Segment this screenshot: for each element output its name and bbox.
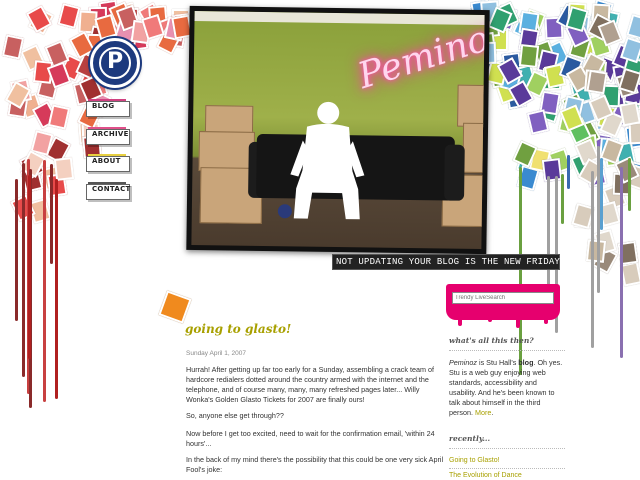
nav-label-blog: BLOG	[92, 102, 115, 110]
header-photo-scene: Peminoz	[191, 10, 485, 250]
about-name: Peminoz	[449, 358, 477, 367]
nav-item-archive[interactable]: ARCHIVE	[86, 126, 130, 146]
recent-link[interactable]: Going to Glasto!	[449, 457, 500, 464]
paint-swatch	[53, 157, 75, 181]
header-photo: Peminoz	[186, 5, 490, 255]
paint-drip	[15, 179, 19, 321]
paint-drip	[28, 175, 32, 360]
livesearch-input[interactable]	[452, 292, 554, 304]
paint-drip	[21, 162, 25, 378]
pink-drip	[458, 316, 462, 326]
nav-label-contact: CONTACT	[92, 185, 131, 193]
nav-label-archive: ARCHIVE	[92, 130, 129, 138]
nav-item-blog[interactable]: BLOG	[86, 98, 130, 118]
pink-drip	[488, 316, 492, 322]
divider	[449, 468, 565, 469]
paint-swatch	[26, 4, 53, 33]
ball	[277, 204, 292, 219]
paint-swatch	[518, 44, 540, 68]
paint-drip	[567, 155, 571, 190]
paint-swatch	[57, 2, 80, 29]
paint-drip	[596, 145, 600, 294]
paint-drip	[620, 167, 624, 358]
tagline-strip: NOT UPDATING YOUR BLOG IS THE NEW FRIDAY	[332, 254, 560, 270]
paint-swatch	[541, 157, 563, 182]
nav-item-about[interactable]: ABOUT	[86, 153, 130, 173]
nav-label-about: ABOUT	[92, 157, 121, 165]
cardboard-box	[457, 84, 485, 128]
pink-drip	[544, 316, 548, 324]
logo-letter: P	[106, 49, 124, 74]
about-bold: blog	[518, 358, 534, 367]
paint-drip	[561, 174, 565, 224]
paint-swatch	[47, 103, 70, 130]
about-heading: what's all this then?	[449, 336, 534, 345]
tagline: NOT UPDATING YOUR BLOG IS THE NEW FRIDAY	[336, 257, 561, 267]
post-paragraph: Hurrah! After getting up far too early f…	[186, 365, 434, 404]
paint-drip	[54, 179, 58, 400]
paint-drip	[599, 157, 603, 231]
paint-drip	[627, 157, 631, 212]
recent-link[interactable]: The Evolution of Dance	[449, 472, 522, 479]
pink-drip	[516, 316, 520, 328]
post-title-link[interactable]: going to glasto!	[185, 322, 291, 336]
divider	[449, 448, 565, 449]
paint-drip	[50, 163, 54, 264]
person-silhouette-icon	[290, 101, 365, 220]
recent-heading: recently...	[449, 434, 491, 443]
about-more-link[interactable]: More	[475, 408, 491, 417]
paint-swatch	[586, 69, 608, 95]
post-paragraph: Now before I get too excited, need to wa…	[186, 429, 435, 448]
paint-drip	[42, 160, 46, 402]
cardboard-box	[462, 122, 485, 174]
paint-swatch	[619, 101, 640, 127]
paint-swatch	[585, 239, 606, 263]
nav-item-contact[interactable]: CONTACT	[86, 181, 130, 201]
paint-drip	[591, 170, 595, 349]
divider	[449, 350, 565, 351]
cardboard-box	[198, 131, 255, 172]
paint-swatch	[2, 34, 25, 60]
about-text: Peminoz is Stu Hall's blog. Oh yes. Stu …	[449, 358, 563, 417]
post-paragraph: So, anyone else get through??	[186, 411, 284, 420]
post-paragraph: In the back of my mind there's the possi…	[186, 455, 444, 474]
post-date: Sunday April 1, 2007	[186, 350, 246, 357]
ceiling	[194, 10, 485, 26]
site-logo[interactable]: P	[90, 38, 140, 88]
about-text-before: is Stu Hall's	[478, 358, 519, 367]
sofa-arm	[444, 144, 465, 201]
